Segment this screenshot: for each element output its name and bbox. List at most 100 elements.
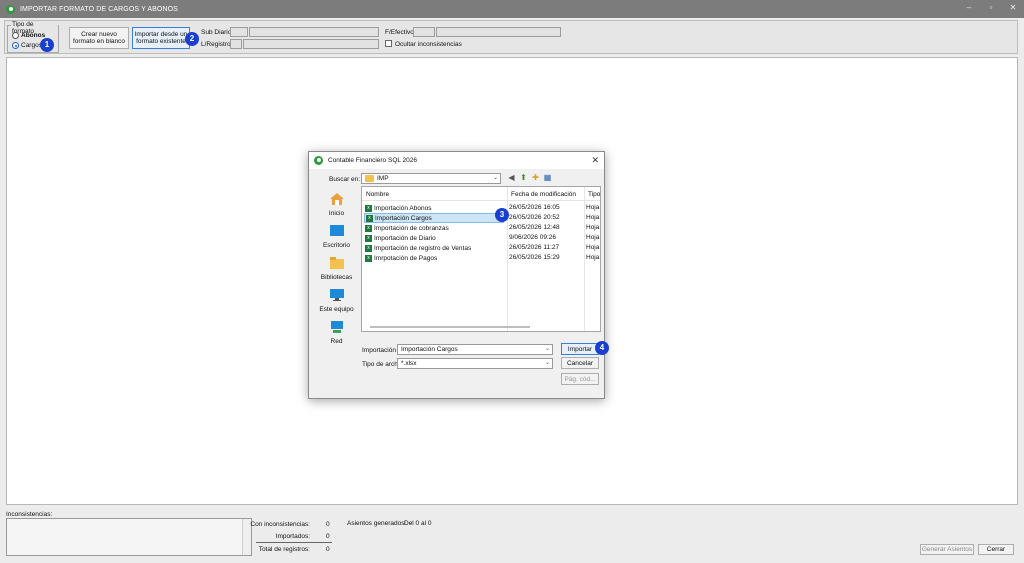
column-type[interactable]: Tipo [588,191,600,198]
hide-inconsistencies-checkbox[interactable] [385,40,392,47]
filetype-value: *.xlsx [401,360,417,367]
up-folder-icon[interactable]: ⬆ [519,173,528,182]
horizontal-scrollbar[interactable] [370,326,530,328]
bottom-panel: Inconsistencias: Con inconsistencias: 0 … [4,508,1018,560]
excel-file-icon: x [365,254,372,262]
chevron-down-icon: ⌄ [544,360,550,366]
imported-label: Importados: [275,533,310,540]
total-label: Total de registros: [258,546,310,553]
home-icon [329,193,344,205]
column-name[interactable]: Nombre [366,191,389,198]
folder-icon [365,175,374,182]
new-folder-icon[interactable]: ✚ [531,173,540,182]
column-date[interactable]: Fecha de modificación [511,191,576,198]
lregistro-label: L/Registro [201,41,231,48]
radio-cargos-circle[interactable] [12,42,19,49]
place-escritorio-label: Escritorio [322,242,351,249]
format-toolbar: Tipo de formato Abonos Cargos 1 Crear nu… [4,20,1018,54]
import-existing-format-button[interactable]: Importar desde un formato existente [132,27,190,49]
radio-abonos-circle[interactable] [12,32,19,39]
file-row-selected[interactable]: x Importación Cargos 26/05/2026 20:52 Hoj… [362,213,600,223]
cancel-button[interactable]: Cancelar [561,357,599,369]
place-red[interactable]: Red [313,320,360,345]
desktop-icon [329,225,344,236]
radio-abonos-label: Abonos [21,32,46,39]
excel-file-icon: x [365,224,372,232]
view-menu-icon[interactable]: ▦ [543,173,552,182]
lookin-combo[interactable]: IMP ⌄ [361,173,501,184]
lregistro-code-field[interactable] [230,39,242,49]
place-bibliotecas[interactable]: Bibliotecas [313,256,360,281]
fefectivo-label: F/Efectivo [385,29,414,36]
file-type: Hoja [586,214,600,221]
filename-value: Importación Cargos [401,346,458,353]
dialog-close-icon[interactable]: ✕ [591,155,599,166]
filename-combo[interactable]: Importación Cargos ⌄ [397,344,553,355]
file-date: 9/06/2026 09:26 [509,234,556,241]
file-row[interactable]: x Importación de Diario 9/06/2026 09:26 H… [362,233,600,243]
inconsistencies-label: Inconsistencias: [6,511,53,518]
new-format-button[interactable]: Crear nuevo formato en blanco [69,27,129,49]
dialog-toolbar: ◀ ⬆ ✚ ▦ [507,173,552,182]
file-list-header: Nombre Fecha de modificación Tipo [362,187,600,201]
places-bar: Inicio Escritorio Bibliotecas Este equip… [313,187,360,371]
close-icon[interactable]: ✕ [1008,3,1018,13]
generate-entries-button[interactable]: Generar Asientos [920,544,974,555]
back-icon[interactable]: ◀ [507,173,516,182]
file-row[interactable]: x Importación Abonos 26/05/2026 16:05 Hoj… [362,203,600,213]
sub-diario-label: Sub Diario [201,29,232,36]
file-row[interactable]: x Importación de registro de Ventas 26/05… [362,243,600,253]
file-type: Hoja [586,244,600,251]
file-date: 26/05/2026 11:27 [509,244,560,251]
import-button[interactable]: Importar [561,343,599,355]
radio-abonos[interactable]: Abonos [12,32,45,39]
place-bibliotecas-label: Bibliotecas [320,274,353,281]
filetype-combo[interactable]: *.xlsx ⌄ [397,358,553,369]
sub-diario-code-field[interactable] [230,27,248,37]
file-name: Importación de Diario [374,234,436,242]
file-row[interactable]: x Imrpotación de Pagos 26/05/2026 15:29 H… [362,253,600,263]
file-date: 26/05/2026 12:48 [509,224,560,231]
lregistro-desc-field [243,39,379,49]
excel-file-icon: x [366,214,373,222]
step-badge-1: 1 [40,38,54,52]
step-badge-2: 2 [185,32,199,46]
window-title: IMPORTAR FORMATO DE CARGOS Y ABONOS [20,5,178,13]
place-inicio[interactable]: Inicio [313,192,360,217]
app-logo-icon [6,4,15,14]
file-date: 26/05/2026 16:05 [509,204,560,211]
file-type: Hoja [586,234,600,241]
excel-file-icon: x [365,244,372,252]
inconsistencies-box[interactable] [6,518,252,556]
codepage-button[interactable]: Pág. cód... [561,373,599,385]
imported-value: 0 [326,533,330,540]
file-open-dialog: Contable Financiero SQL 2026 ✕ Buscar en… [308,151,609,399]
place-este-equipo-label: Este equipo [319,306,354,313]
file-row[interactable]: x Importación de cobranzas 26/05/2026 12:… [362,223,600,233]
dialog-titlebar: Contable Financiero SQL 2026 ✕ [309,152,604,169]
excel-file-icon: x [365,234,372,242]
file-type: Hoja [586,254,600,261]
dialog-app-icon [314,156,323,165]
radio-cargos[interactable]: Cargos [12,42,42,49]
step-badge-4: 4 [595,341,609,355]
generated-value: Del 0 al 0 [404,520,432,527]
hide-inconsistencies-label: Ocultar inconsistencias [395,41,462,48]
place-red-label: Red [330,338,343,345]
close-button[interactable]: Cerrar [978,544,1014,555]
step-badge-3: 3 [495,208,509,222]
sub-diario-desc-field [249,27,379,37]
minimize-icon[interactable]: – [964,3,974,13]
excel-file-icon: x [365,204,372,212]
file-type: Hoja [586,224,600,231]
file-list: Nombre Fecha de modificación Tipo x Impor… [361,186,601,332]
place-escritorio[interactable]: Escritorio [313,224,360,249]
fefectivo-code-field[interactable] [413,27,435,37]
with-inconsistencies-label: Con inconsistencias: [250,521,310,528]
network-icon [330,321,343,333]
file-date: 26/05/2026 15:29 [509,254,560,261]
file-name: Importación Abonos [374,204,432,212]
totals-divider [256,542,332,543]
maximize-icon[interactable]: ▫ [986,3,996,13]
place-este-equipo[interactable]: Este equipo [313,288,360,313]
